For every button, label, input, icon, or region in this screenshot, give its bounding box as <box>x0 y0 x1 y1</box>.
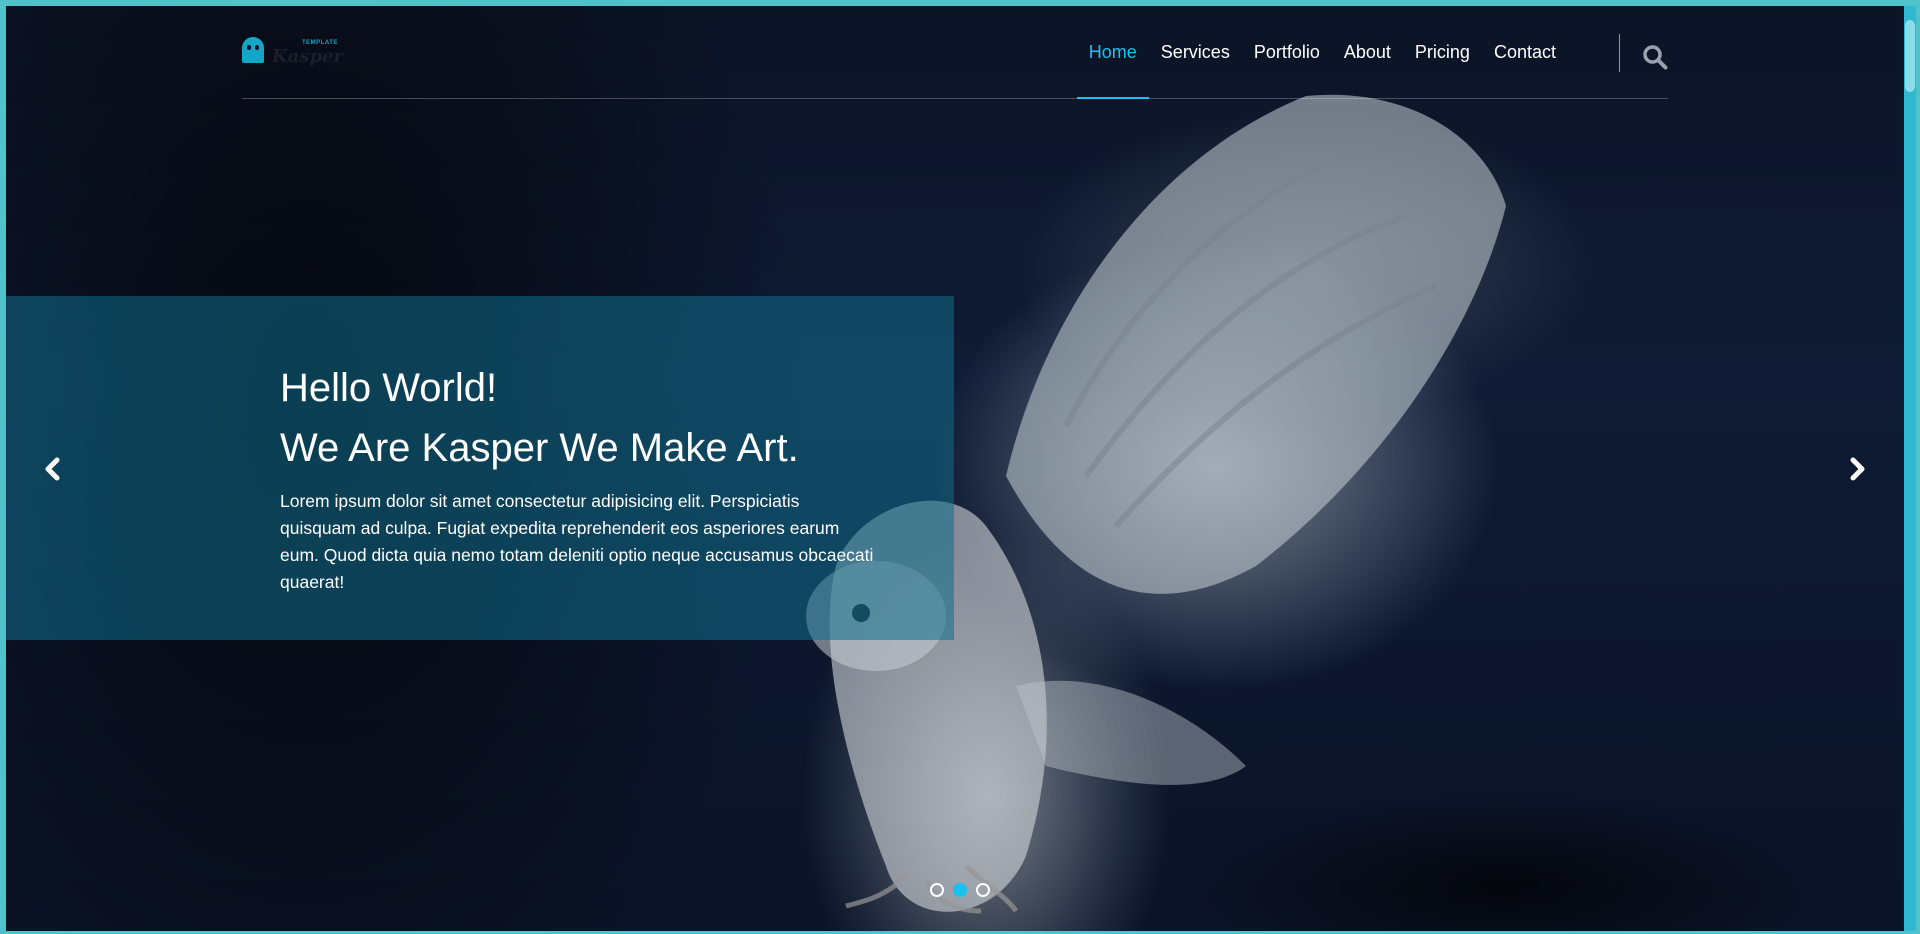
slider-dot-3[interactable] <box>976 883 990 897</box>
logo[interactable]: Kasper TEMPLATE <box>242 34 343 70</box>
hero-title-line-2: We Are Kasper We Make Art. <box>280 426 799 470</box>
slider-dot-2[interactable] <box>953 883 967 897</box>
hero-section: Kasper TEMPLATE Home Services Portfolio … <box>6 6 1904 931</box>
logo-tag: TEMPLATE <box>302 40 338 46</box>
site-header: Kasper TEMPLATE Home Services Portfolio … <box>242 6 1668 99</box>
nav-item-home[interactable]: Home <box>1076 6 1149 99</box>
hero-paragraph: Lorem ipsum dolor sit amet consectetur a… <box>280 491 874 592</box>
nav-divider <box>1619 34 1620 72</box>
nav-item-services[interactable]: Services <box>1149 6 1242 98</box>
hero-title-line-1: Hello World! <box>280 366 498 410</box>
nav-item-portfolio[interactable]: Portfolio <box>1242 6 1332 98</box>
slider-dot-1[interactable] <box>930 883 944 897</box>
ghost-logo-icon <box>242 37 264 63</box>
main-nav: Home Services Portfolio About Pricing Co… <box>1076 6 1568 99</box>
tree-silhouette <box>1106 736 1904 931</box>
nav-item-contact[interactable]: Contact <box>1482 6 1568 98</box>
search-icon[interactable] <box>1642 44 1668 70</box>
hero-title: Hello World! We Are Kasper We Make Art. <box>280 358 920 478</box>
scrollbar-thumb[interactable] <box>1905 20 1915 92</box>
slider-dots <box>930 883 990 897</box>
scrollbar-track[interactable] <box>1904 6 1916 931</box>
chevron-right-icon[interactable] <box>1842 454 1872 484</box>
nav-item-pricing[interactable]: Pricing <box>1403 6 1482 98</box>
logo-word: Kasper <box>272 46 343 67</box>
nav-item-about[interactable]: About <box>1332 6 1403 98</box>
chevron-left-icon[interactable] <box>38 454 68 484</box>
